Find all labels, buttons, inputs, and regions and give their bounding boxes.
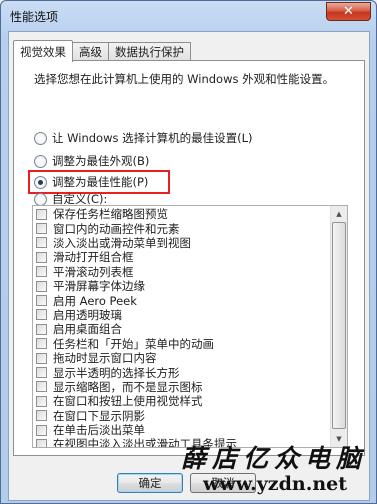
chevron-up-icon: ▲ — [336, 210, 342, 218]
effect-checkbox-item[interactable]: 在窗口下显示阴影 — [33, 408, 331, 423]
watermark-title: 薛店亿众电脑 — [181, 444, 368, 473]
window-title: 性能选项 — [10, 10, 59, 24]
checkbox[interactable] — [36, 381, 47, 393]
title-bar[interactable]: 性能选项 ✕ — [1, 1, 376, 31]
ok-button[interactable]: 确定 — [117, 473, 183, 493]
effect-checkbox-item[interactable]: 拖动时显示窗口内容 — [33, 351, 331, 365]
watermark-overlay: 薛店亿众电脑 www.yzdn.net — [181, 439, 376, 503]
radio-label: 调整为最佳外观(B) — [52, 154, 150, 168]
scroll-up-button[interactable]: ▲ — [331, 206, 347, 222]
effect-checkbox-item[interactable]: 窗口内的动画控件和元素 — [33, 221, 331, 236]
vertical-scrollbar[interactable]: ▲ ▼ — [330, 206, 347, 447]
effect-checkbox-item[interactable]: 显示缩略图，而不是显示图标 — [33, 380, 331, 394]
radio-button[interactable] — [34, 192, 47, 206]
effects-checklist[interactable]: 保存任务栏缩略图预览 窗口内的动画控件和元素 淡入淡出或滑动菜单到视图 滑动打开组合框… — [32, 205, 348, 448]
radio-let-windows-choose[interactable]: 让 Windows 选择计算机的最佳设置(L) — [34, 130, 253, 146]
radio-label: 让 Windows 选择计算机的最佳设置(L) — [52, 131, 253, 145]
tab-strip: 视觉效果 高级 数据执行保护 — [13, 39, 191, 62]
checkbox[interactable] — [36, 251, 47, 263]
checkbox[interactable] — [36, 352, 47, 364]
effect-checkbox-item[interactable]: 启用桌面组合 — [33, 322, 331, 336]
scroll-thumb[interactable] — [332, 222, 346, 429]
effect-checkbox-item[interactable]: 平滑屏幕字体边缘 — [33, 279, 331, 293]
checkbox[interactable] — [36, 338, 47, 350]
checkbox[interactable] — [36, 295, 47, 307]
effect-checkbox-item[interactable]: 任务栏和「开始」菜单中的动画 — [33, 337, 331, 351]
effect-checkbox-item[interactable]: 平滑滚动列表框 — [33, 265, 331, 279]
checkbox[interactable] — [36, 410, 47, 422]
tab-data-execution-prevention[interactable]: 数据执行保护 — [108, 42, 191, 61]
checkbox[interactable] — [36, 237, 47, 249]
radio-button[interactable] — [34, 154, 47, 168]
checkbox[interactable] — [36, 395, 47, 407]
close-icon: ✕ — [343, 4, 354, 19]
dialog-body: 视觉效果 高级 数据执行保护 选择您想在此计算机上使用的 Windows 外观和… — [8, 31, 370, 501]
radio-button[interactable] — [34, 131, 47, 145]
checkbox[interactable] — [36, 208, 47, 220]
watermark-url: www.yzdn.net — [203, 473, 347, 495]
effect-checkbox-item[interactable]: 保存任务栏缩略图预览 — [33, 207, 331, 221]
panel-description: 选择您想在此计算机上使用的 Windows 外观和性能设置。 — [34, 72, 335, 86]
visual-effects-panel: 选择您想在此计算机上使用的 Windows 外观和性能设置。 让 Windows… — [13, 60, 365, 456]
checkbox[interactable] — [36, 280, 47, 292]
checkbox[interactable] — [36, 309, 47, 321]
performance-options-window: 性能选项 ✕ 视觉效果 高级 数据执行保护 选择您想在此计算机上使用的 Wind… — [0, 0, 377, 504]
effect-checkbox-item[interactable]: 启用透明玻璃 — [33, 308, 331, 322]
effect-checkbox-item[interactable]: 滑动打开组合框 — [33, 250, 331, 264]
effect-checkbox-item[interactable]: 淡入淡出或滑动菜单到视图 — [33, 236, 331, 250]
checkbox[interactable] — [36, 223, 47, 235]
effects-list: 保存任务栏缩略图预览 窗口内的动画控件和元素 淡入淡出或滑动菜单到视图 滑动打开组合框… — [33, 207, 331, 447]
tab-visual-effects[interactable]: 视觉效果 — [13, 40, 73, 62]
effect-checkbox-item[interactable]: 在窗口和按钮上使用视觉样式 — [33, 394, 331, 408]
checkbox[interactable] — [36, 438, 47, 447]
checkbox[interactable] — [36, 266, 47, 278]
checkbox[interactable] — [36, 323, 47, 335]
checkbox[interactable] — [36, 366, 47, 378]
close-button[interactable]: ✕ — [326, 2, 371, 21]
effect-checkbox-item[interactable]: 启用 Aero Peek — [33, 293, 331, 308]
checkbox[interactable] — [36, 424, 47, 436]
effect-checkbox-item[interactable]: 显示半透明的选择长方形 — [33, 365, 331, 380]
effect-checkbox-item[interactable]: 在单击后淡出菜单 — [33, 423, 331, 437]
radio-best-appearance[interactable]: 调整为最佳外观(B) — [34, 153, 149, 169]
tab-advanced[interactable]: 高级 — [72, 42, 109, 61]
